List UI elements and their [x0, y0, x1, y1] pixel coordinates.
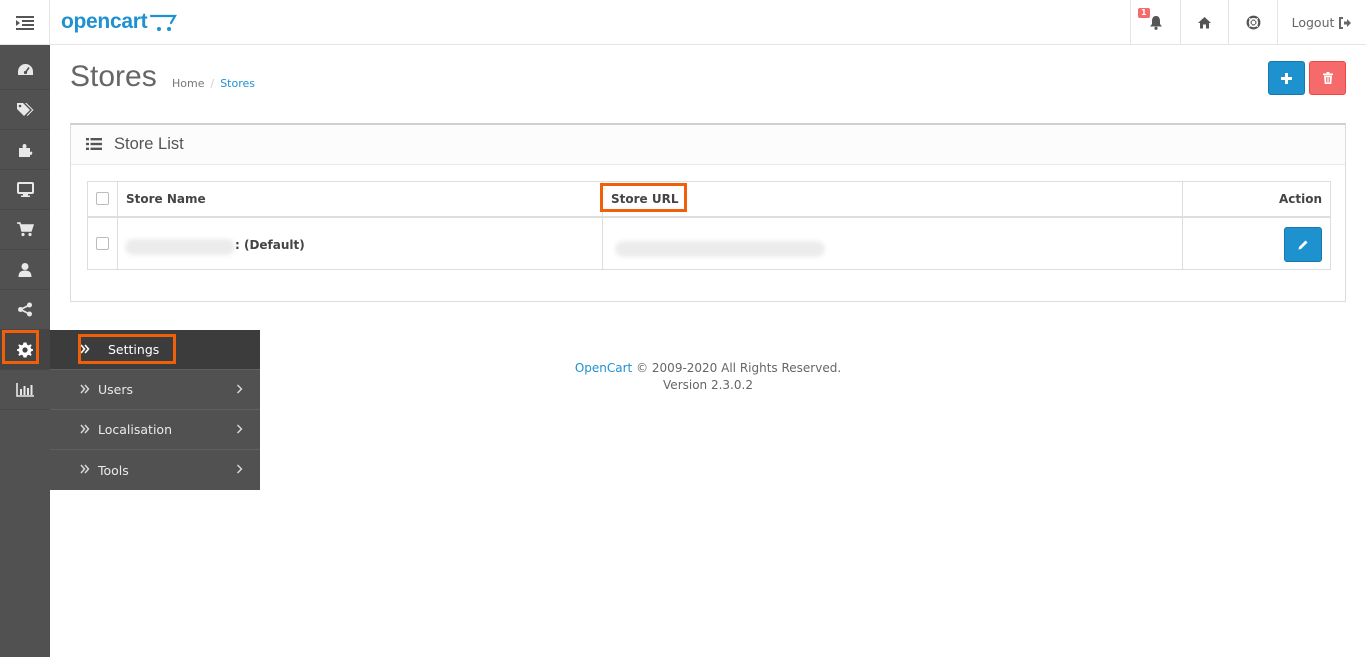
- breadcrumb-home-link[interactable]: Home: [172, 77, 204, 90]
- puzzle-icon: [19, 143, 33, 157]
- store-url-redacted: [615, 241, 825, 257]
- store-name-default: : (Default): [235, 238, 305, 252]
- delete-store-button[interactable]: [1309, 61, 1346, 95]
- system-submenu: Settings Users Localisation Tools: [50, 330, 260, 490]
- submenu-label-settings: Settings: [108, 342, 160, 357]
- sidebar-item-sales[interactable]: [0, 210, 50, 250]
- logo[interactable]: opencart: [61, 7, 179, 37]
- logout-label: Logout: [1291, 15, 1335, 30]
- breadcrumb: Home / Stores: [172, 77, 255, 90]
- plus-icon: [1281, 72, 1292, 84]
- double-chevron-right-icon: [80, 344, 90, 354]
- sidebar-item-dashboard[interactable]: [0, 50, 50, 90]
- submenu-item-settings[interactable]: Settings: [50, 330, 260, 370]
- life-ring-icon: [1246, 15, 1260, 30]
- tags-icon: [17, 102, 34, 116]
- notification-badge: 1: [1138, 8, 1150, 18]
- footer-copyright-line: OpenCart © 2009-2020 All Rights Reserved…: [500, 360, 916, 377]
- edit-store-button[interactable]: [1284, 227, 1322, 262]
- select-all-checkbox[interactable]: [96, 192, 109, 205]
- share-icon: [18, 302, 32, 317]
- store-table: Store Name Store URL Action : (Default): [87, 181, 1331, 270]
- footer: OpenCart © 2009-2020 All Rights Reserved…: [500, 360, 916, 394]
- column-header-store-url[interactable]: Store URL: [611, 192, 679, 206]
- chevron-right-icon: [237, 424, 243, 434]
- sidebar-item-extensions[interactable]: [0, 130, 50, 170]
- store-name-redacted: [125, 239, 235, 255]
- indent-icon: [15, 15, 34, 30]
- logout-button[interactable]: Logout: [1277, 0, 1366, 45]
- submenu-item-localisation[interactable]: Localisation: [50, 410, 260, 450]
- notifications-button[interactable]: 1: [1130, 0, 1180, 45]
- submenu-item-tools[interactable]: Tools: [50, 450, 260, 490]
- submenu-label-tools: Tools: [98, 462, 129, 478]
- footer-opencart-link[interactable]: OpenCart: [575, 361, 632, 375]
- chevron-right-icon: [237, 464, 243, 474]
- chevron-right-icon: [237, 384, 243, 394]
- dashboard-icon: [17, 63, 33, 75]
- double-chevron-right-icon: [80, 424, 90, 434]
- list-icon: [86, 138, 102, 150]
- help-button[interactable]: [1228, 0, 1277, 45]
- submenu-label-users: Users: [98, 382, 134, 397]
- sidebar-item-catalog[interactable]: [0, 90, 50, 130]
- bar-chart-icon: [16, 382, 34, 397]
- sidebar-item-marketing[interactable]: [0, 290, 50, 330]
- page-title: Stores: [70, 60, 157, 93]
- table-row: : (Default): [88, 220, 1330, 270]
- logo-text: opencart: [61, 10, 148, 33]
- breadcrumb-stores-link[interactable]: Stores: [220, 77, 255, 90]
- column-header-store-name[interactable]: Store Name: [126, 192, 206, 206]
- sidebar-item-reports[interactable]: [0, 370, 50, 410]
- header: opencart 1 Logout: [0, 0, 1366, 45]
- home-icon: [1198, 17, 1211, 29]
- submenu-item-users[interactable]: Users: [50, 370, 260, 410]
- submenu-label-localisation: Localisation: [98, 422, 172, 437]
- cart-icon: [16, 222, 34, 237]
- user-icon: [18, 263, 32, 277]
- panel-heading: Store List: [71, 125, 1345, 165]
- logo-cart-icon: [150, 14, 178, 31]
- footer-copyright: © 2009-2020 All Rights Reserved.: [636, 361, 842, 375]
- desktop-icon: [16, 182, 34, 197]
- bell-icon: [1149, 16, 1162, 30]
- add-store-button[interactable]: [1268, 61, 1305, 95]
- sidebar-item-design[interactable]: [0, 170, 50, 210]
- store-home-button[interactable]: [1180, 0, 1228, 45]
- trash-icon: [1322, 72, 1333, 84]
- gear-icon: [17, 342, 33, 357]
- row-checkbox[interactable]: [96, 237, 109, 250]
- pencil-icon: [1298, 240, 1307, 250]
- sign-out-icon: [1339, 16, 1352, 29]
- sidebar-item-system[interactable]: [0, 330, 50, 370]
- menu-toggle-button[interactable]: [0, 0, 50, 45]
- sidebar: [0, 45, 50, 657]
- footer-version: Version 2.3.0.2: [663, 378, 753, 392]
- panel-title: Store List: [114, 135, 184, 153]
- store-list-panel: Store List Store Name Store URL Action :…: [70, 123, 1346, 302]
- double-chevron-right-icon: [80, 384, 90, 394]
- table-header-row: [88, 182, 1330, 218]
- double-chevron-right-icon: [80, 464, 90, 474]
- sidebar-item-customers[interactable]: [0, 250, 50, 290]
- column-header-action: Action: [1278, 192, 1322, 206]
- breadcrumb-separator: /: [210, 77, 215, 90]
